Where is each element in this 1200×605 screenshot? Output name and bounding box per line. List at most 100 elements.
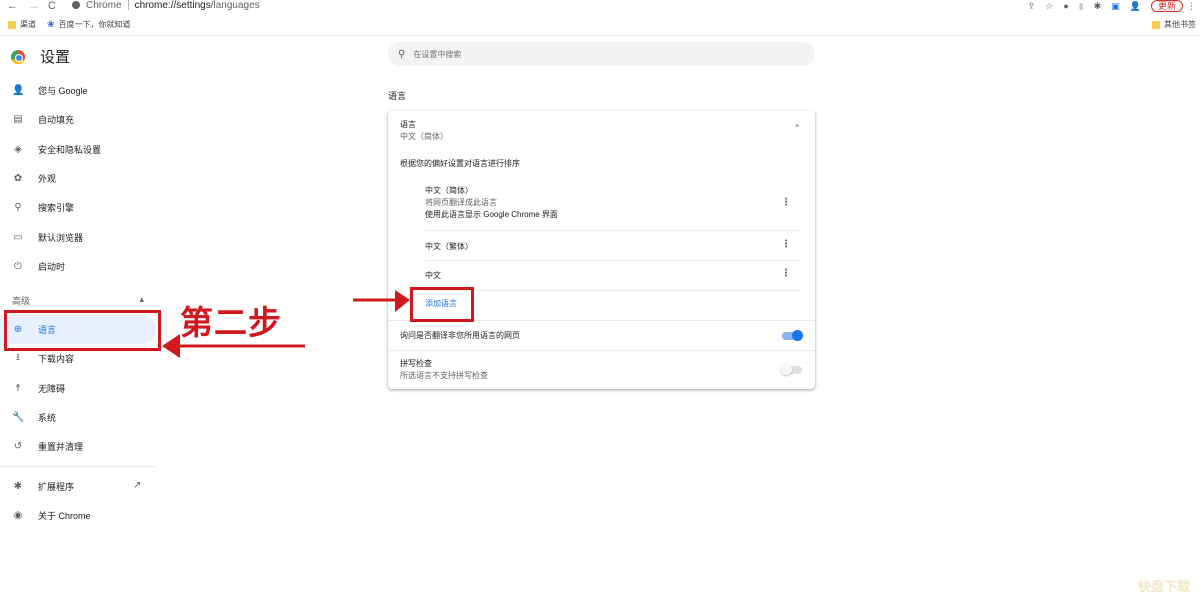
folder-icon (1152, 20, 1160, 29)
sidebar-item-power[interactable]: ⏻ 启动时 (0, 252, 156, 281)
annotation-box-language (4, 310, 161, 351)
external-link-icon[interactable]: ↗ (133, 480, 141, 491)
search-icon: ⚲ (398, 48, 406, 60)
spell-check-label: 拼写检查 (400, 359, 432, 368)
advanced-section-toggle[interactable]: 高级 ▴ (12, 294, 144, 307)
profile-icon[interactable]: 👤 (1130, 1, 1141, 12)
bookmark-other[interactable]: 其他书签 (1152, 19, 1196, 30)
header-divider (0, 35, 1200, 36)
spell-check-sub: 所选语言不支持拼写检查 (400, 371, 488, 380)
reload-button[interactable]: C (48, 0, 56, 12)
page-title: 设置 (40, 49, 71, 66)
annotation-box-add-language (410, 287, 474, 322)
share-icon[interactable]: ⇪ (1028, 1, 1036, 12)
languages-card: 语言 中文（简体） ⌃ 根据您的偏好设置对语言进行排序 中文（简体） 将网页翻译… (388, 111, 815, 389)
order-note: 根据您的偏好设置对语言进行排序 (400, 159, 520, 168)
sidebar-item-label: 您与 Google (38, 86, 88, 96)
toolbar-icons: ⇪ ☆ ● ▮ ✱ ▣ 👤 更新 ⋮ (1028, 0, 1196, 12)
sidebar-item-clipboard[interactable]: ▤ 自动填充 (0, 105, 156, 134)
puzzle-icon[interactable]: ✱ (1094, 1, 1102, 12)
palette-icon: ✿ (13, 172, 23, 184)
sidebar-item-label: 自动填充 (38, 115, 75, 126)
sidebar-item-label: 默认浏览器 (38, 232, 84, 243)
back-button[interactable]: ← (7, 0, 18, 12)
spell-check-toggle[interactable] (781, 364, 802, 375)
chevron-up-icon: ▴ (139, 294, 144, 304)
offer-translate-toggle[interactable] (782, 330, 803, 341)
address-bar[interactable]: Chrome chrome://settings/languages (68, 0, 1008, 12)
extension-b-icon[interactable]: ▮ (1079, 1, 1084, 12)
settings-brand: 设置 (11, 46, 70, 67)
history-icon: ↺ (13, 441, 23, 453)
section-title: 语言 (388, 91, 407, 101)
person-icon: 👤 (12, 85, 25, 96)
update-button[interactable]: 更新 (1150, 0, 1183, 12)
bookmark-label: 百度一下，你就知道 (58, 20, 131, 29)
sidebar-item-history[interactable]: ↺ 重置并清理 (0, 432, 156, 461)
languages-title: 语言 (400, 120, 416, 129)
omnibox-separator (127, 0, 129, 11)
extension-a-icon[interactable]: ● (1063, 1, 1068, 11)
sidebar-item-label: 扩展程序 (38, 482, 75, 492)
spell-check-row[interactable]: 拼写检查 所选语言不支持拼写检查 (388, 350, 815, 389)
wrench-icon: 🔧 (12, 411, 25, 423)
sidebar-item-label: 启动时 (38, 261, 66, 272)
chrome-logo-icon (11, 49, 25, 64)
language-name: 中文（简体） (425, 186, 473, 195)
shield-icon: ◈ (14, 143, 22, 155)
sidebar-item-palette[interactable]: ✿ 外观 (0, 164, 156, 193)
annotation-arrow-right (353, 290, 410, 312)
sidebar-item-accessibility[interactable]: ☨ 无障碍 (0, 374, 156, 403)
download-icon: ⭳ (16, 352, 20, 364)
star-icon[interactable]: ☆ (1045, 1, 1053, 12)
sidebar-item-about[interactable]: ◉ 关于 Chrome (0, 501, 156, 530)
bookmark-baidu[interactable]: ❀ 百度一下，你就知道 (47, 19, 131, 30)
bookmark-label: 渠道 (20, 20, 36, 29)
language-row: 中文（简体） 将网页翻译成此语言 使用此语言显示 Google Chrome 界… (425, 185, 801, 231)
annotation-arrow-left (162, 334, 305, 358)
sidebar-item-browser[interactable]: ▭ 默认浏览器 (0, 223, 156, 252)
settings-search[interactable]: ⚲ (388, 42, 815, 66)
bookmarks-bar: 渠道 ❀ 百度一下，你就知道 其他书签 (0, 17, 1200, 32)
clipboard-icon: ▤ (13, 114, 23, 126)
search-input[interactable] (413, 49, 794, 59)
offer-translate-row[interactable]: 询问是否翻译非您所用语言的网页 (388, 320, 815, 350)
more-options-icon[interactable]: ⋮ (781, 239, 791, 250)
url-host: chrome://settings (134, 0, 211, 11)
language-sub: 使用此语言显示 Google Chrome 界面 (425, 210, 558, 219)
sidebar-item-person[interactable]: 👤 您与 Google (0, 76, 156, 105)
menu-icon[interactable]: ⋮ (1187, 1, 1196, 12)
language-sub: 将网页翻译成此语言 (425, 198, 497, 207)
bookmark-folder-qudao[interactable]: 渠道 (8, 19, 36, 30)
toggle-knob (792, 330, 803, 341)
language-name: 中文（繁体） (425, 242, 473, 251)
sidebar-divider (0, 466, 155, 467)
chrome-icon: ◉ (13, 510, 23, 521)
sidebar-item-label: 重置并清理 (38, 442, 84, 453)
sidebar-item-label: 外观 (38, 173, 57, 184)
search-icon: ⚲ (14, 202, 22, 214)
sidepanel-icon[interactable]: ▣ (1111, 1, 1120, 12)
puzzle-icon: ✱ (13, 481, 23, 492)
sidebar-item-shield[interactable]: ◈ 安全和隐私设置 (0, 135, 156, 164)
browser-toolbar: ← → C Chrome chrome://settings/languages … (0, 0, 1200, 13)
forward-button[interactable]: → (28, 0, 39, 12)
language-row: 中文（繁体） ⋮ (425, 231, 801, 261)
watermark: 快盘下载 (1138, 579, 1191, 594)
folder-icon (8, 20, 16, 29)
arrow-head (395, 290, 410, 312)
site-info-icon[interactable] (72, 1, 80, 10)
offer-translate-label: 询问是否翻译非您所用语言的网页 (400, 331, 520, 340)
sidebar-item-label: 搜索引擎 (38, 203, 75, 214)
chevron-up-icon[interactable]: ⌃ (793, 123, 801, 134)
more-options-icon[interactable]: ⋮ (781, 197, 791, 208)
sidebar-item-label: 系统 (38, 412, 57, 423)
baidu-icon: ❀ (47, 19, 55, 29)
more-options-icon[interactable]: ⋮ (781, 268, 791, 279)
advanced-label: 高级 (12, 296, 31, 306)
sidebar-item-label: 安全和隐私设置 (38, 144, 102, 155)
browser-icon: ▭ (13, 231, 23, 243)
sidebar-item-search[interactable]: ⚲ 搜索引擎 (0, 193, 156, 222)
current-language: 中文（简体） (400, 132, 448, 141)
sidebar-item-wrench[interactable]: 🔧 系统 (0, 403, 156, 432)
